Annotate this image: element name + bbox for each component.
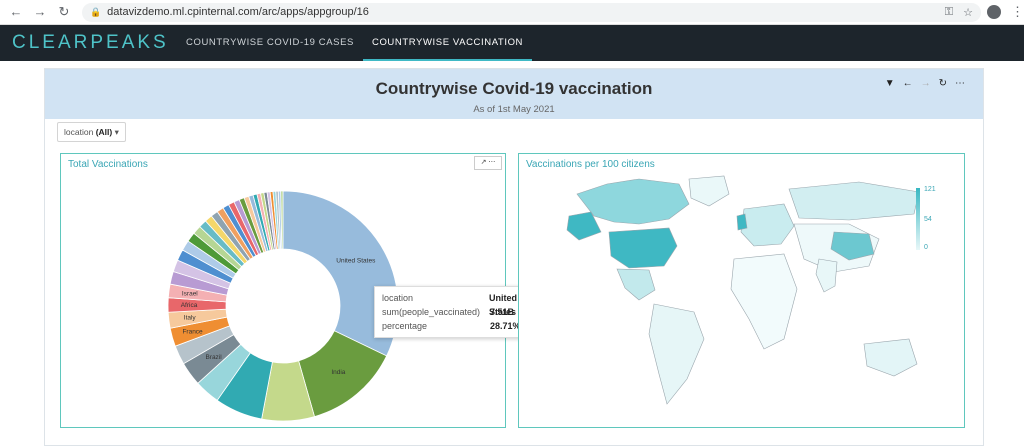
- vaccinations-per-100-panel: Vaccinations per 100 citizens 121 54 0: [518, 153, 965, 428]
- world-choropleth-map: [566, 175, 920, 405]
- tooltip-key: location: [382, 293, 414, 303]
- tooltip-key: percentage: [382, 321, 428, 331]
- dashboard-subtitle: As of 1st May 2021: [473, 104, 555, 115]
- map-region-india: [815, 258, 838, 293]
- dashboard-toolbar: ▼←→↻⋯: [885, 78, 973, 89]
- clearpeaks-logo: CLEARPEAKS: [12, 32, 169, 53]
- dashboard: Countrywise Covid-19 vaccination As of 1…: [44, 68, 984, 446]
- pie-slice-label: India: [331, 369, 345, 376]
- dashboard-title: Countrywise Covid-19 vaccination: [375, 79, 653, 98]
- bookmark-star-icon[interactable]: ☆: [963, 6, 973, 19]
- panel-more-icon[interactable]: ⋯: [488, 159, 495, 166]
- map-region-russia: [788, 181, 920, 221]
- expand-icon[interactable]: ↗: [481, 159, 487, 166]
- redo-arrow-icon[interactable]: →: [921, 78, 939, 89]
- app-navbar: CLEARPEAKS COUNTRYWISE COVID-19 CASES CO…: [0, 25, 1024, 61]
- url-text: datavizdemo.ml.cpinternal.com/arc/apps/a…: [107, 6, 369, 18]
- filter-label: location: [64, 127, 94, 137]
- reload-icon[interactable]: ↻: [56, 4, 72, 20]
- tab-covid-cases[interactable]: COUNTRYWISE COVID-19 CASES: [177, 25, 363, 61]
- dashboard-header: Countrywise Covid-19 vaccination As of 1…: [45, 69, 983, 119]
- panel-controls[interactable]: ↗ ⋯: [474, 156, 502, 170]
- more-options-icon[interactable]: ⋯: [955, 78, 973, 89]
- address-bar[interactable]: 🔒 datavizdemo.ml.cpinternal.com/arc/apps…: [81, 2, 982, 22]
- map-color-scale: [916, 188, 920, 250]
- pie-slice-label: United States: [336, 257, 376, 264]
- map-region-uk: [736, 213, 748, 231]
- map-region-greenland: [688, 175, 730, 207]
- tooltip-value: 28.71%: [490, 321, 521, 331]
- tab-vaccination[interactable]: COUNTRYWISE VACCINATION: [362, 25, 533, 61]
- tooltip-value: 7.51B: [490, 307, 515, 317]
- key-icon[interactable]: ⚿: [945, 6, 953, 19]
- pie-slice-label: Brazil: [205, 354, 222, 361]
- filter-funnel-icon[interactable]: ▼: [885, 78, 903, 89]
- refresh-icon[interactable]: ↻: [939, 78, 955, 89]
- legend-max-label: 121: [924, 186, 936, 193]
- browser-toolbar: ← → ↻ 🔒 datavizdemo.ml.cpinternal.com/ar…: [0, 0, 1024, 25]
- panel-title-total-vaccinations: Total Vaccinations: [68, 159, 148, 170]
- browser-menu-icon[interactable]: ⋮: [1011, 4, 1024, 20]
- filter-value: (All): [95, 127, 113, 137]
- undo-arrow-icon[interactable]: ←: [903, 78, 921, 89]
- map-region-usa: [608, 227, 678, 269]
- map-region-south-america: [648, 303, 705, 405]
- pie-slice-label: France: [182, 329, 203, 336]
- legend-mid-label: 54: [924, 216, 932, 223]
- lock-icon: 🔒: [89, 6, 102, 17]
- map-region-mexico: [616, 268, 656, 301]
- legend-min-label: 0: [924, 244, 928, 251]
- map-region-australia: [863, 338, 918, 377]
- map-region-africa: [730, 253, 798, 350]
- forward-arrow-icon[interactable]: →: [32, 4, 48, 20]
- back-arrow-icon[interactable]: ←: [8, 4, 24, 20]
- pie-slice-label: Israel: [182, 291, 198, 298]
- chevron-down-icon: ▾: [114, 127, 119, 137]
- location-filter[interactable]: location (All) ▾: [57, 122, 126, 142]
- profile-avatar-icon[interactable]: [987, 5, 1001, 19]
- total-vaccinations-panel: United States India Brazil France Italy Afric…: [60, 153, 554, 428]
- tooltip-key: sum(people_vaccinated): [382, 307, 481, 317]
- pie-slice-label: Africa: [181, 302, 198, 309]
- pie-slice-label: Italy: [184, 315, 197, 322]
- map-region-europe: [740, 203, 795, 247]
